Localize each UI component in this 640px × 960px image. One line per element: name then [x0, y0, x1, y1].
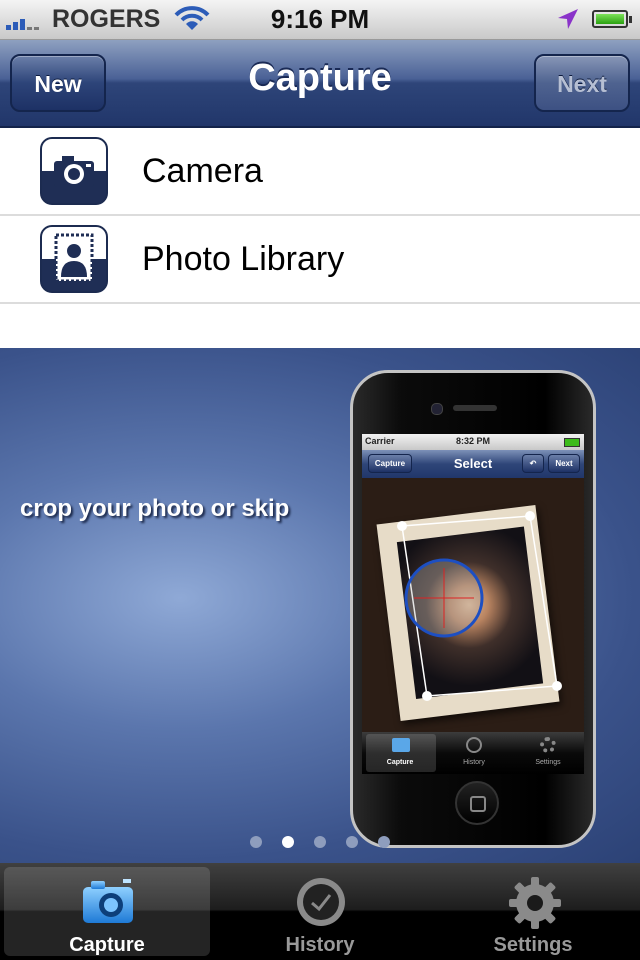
phone-rotate-button: ↶ — [522, 454, 544, 473]
camera-icon — [83, 879, 133, 923]
tab-label: Settings — [493, 934, 573, 956]
page-dot[interactable] — [346, 836, 358, 848]
list-item-label: Camera — [142, 152, 263, 190]
photo-library-icon — [40, 225, 108, 293]
tab-history[interactable]: History — [217, 867, 423, 956]
banner-caption: crop your photo or skip — [20, 495, 290, 522]
page-dot[interactable] — [378, 836, 390, 848]
tab-capture[interactable]: Capture — [4, 867, 210, 956]
phone-next-button: Next — [548, 454, 580, 473]
status-bar: ROGERS 9:16 PM — [0, 0, 640, 40]
phone-tab-settings: Settings — [535, 759, 561, 766]
crop-frame — [397, 511, 562, 701]
camera-icon — [40, 137, 108, 205]
page-dot[interactable] — [314, 836, 326, 848]
next-button[interactable]: Next — [534, 54, 630, 112]
phone-home-button — [455, 781, 499, 825]
page-dot-active[interactable] — [282, 836, 294, 848]
list-item-camera[interactable]: Camera — [0, 128, 640, 216]
phone-tab-history: History — [463, 759, 485, 766]
phone-clock: 8:32 PM — [455, 436, 490, 446]
gear-icon — [509, 877, 561, 929]
clock: 9:16 PM — [270, 4, 370, 34]
tab-settings[interactable]: Settings — [430, 867, 636, 956]
tab-bar: Capture History Settings — [0, 863, 640, 960]
phone-screen: Carrier 8:32 PM Capture Select ↶ Next Ca… — [362, 434, 584, 774]
phone-tab-capture: Capture — [386, 759, 414, 766]
tutorial-banner[interactable]: crop your photo or skip Carrier 8:32 PM … — [0, 348, 640, 863]
tab-label: Capture — [69, 934, 145, 956]
phone-illustration: Carrier 8:32 PM Capture Select ↶ Next Ca… — [350, 370, 596, 848]
battery-icon — [592, 10, 632, 28]
navigation-bar: New Capture Next — [0, 40, 640, 128]
list-item-label: Photo Library — [142, 240, 345, 278]
location-arrow-icon — [558, 9, 578, 29]
tab-label: History — [285, 934, 355, 956]
list-item-photo-library[interactable]: Photo Library — [0, 216, 640, 304]
page-dot[interactable] — [250, 836, 262, 848]
clock-icon — [297, 878, 345, 926]
